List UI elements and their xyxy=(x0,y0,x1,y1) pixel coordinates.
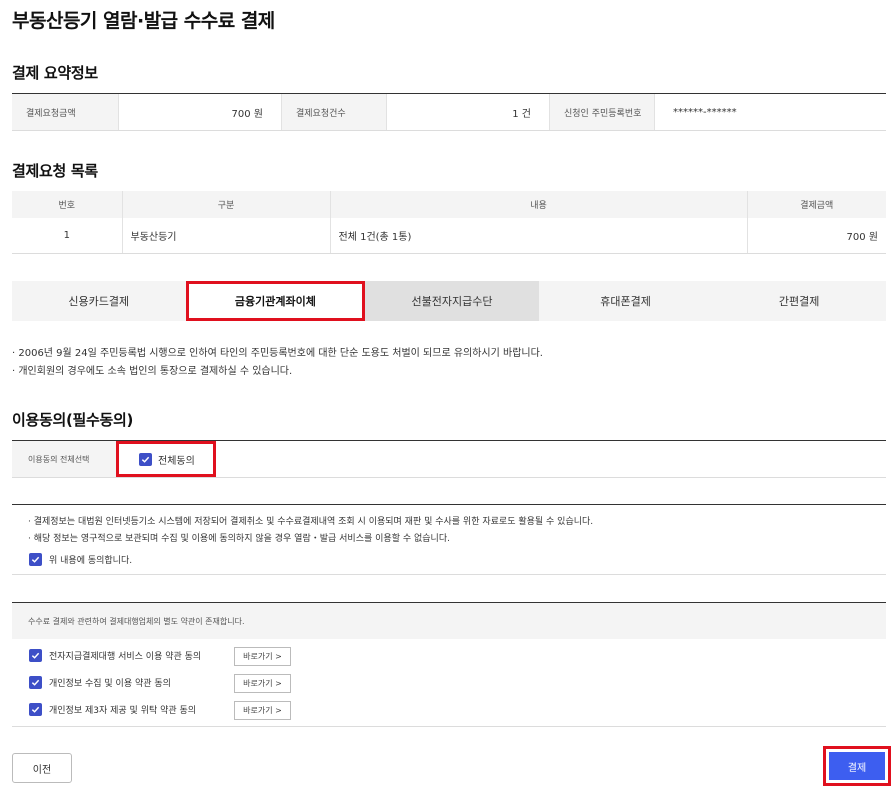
term-text: 전자지급결제대행 서비스 이용 약관 동의 xyxy=(49,652,202,662)
request-table: 번호 구분 내용 결제금액 1 부동산등기 전체 1건(총 1통) 700 원 xyxy=(12,191,886,254)
amount-label: 결제요청금액 xyxy=(12,94,118,130)
tab-prepaid[interactable]: 선불전자지급수단 xyxy=(365,281,539,321)
term-checkbox[interactable] xyxy=(29,649,42,662)
agree-all-text: 전체동의 xyxy=(158,455,195,467)
col-amount: 결제금액 xyxy=(746,191,886,218)
check-icon xyxy=(141,456,150,463)
info-agree-block: · 결제정보는 대법원 인터넷등기소 시스템에 저장되어 결제취소 및 수수료결… xyxy=(12,504,886,575)
summary-table: 결제요청금액 700 원 결제요청건수 1 건 신청인 주민등록번호 *****… xyxy=(12,93,886,131)
col-type: 구분 xyxy=(121,191,330,218)
agree-info-row[interactable]: 위 내용에 동의합니다. xyxy=(29,553,132,566)
terms-block: 수수료 결제와 관련하여 결제대행업체의 별도 약관이 존재합니다. 전자지급결… xyxy=(12,602,886,727)
agree-all-checkbox[interactable] xyxy=(139,452,152,466)
info-line: · 결제정보는 대법원 인터넷등기소 시스템에 저장되어 결제취소 및 수수료결… xyxy=(28,517,594,527)
payment-notes: · 2006년 9월 24일 주민등록법 시행으로 인하여 타인의 주민등록번호… xyxy=(12,345,543,381)
goto-button[interactable]: 바로가기 > xyxy=(234,674,291,693)
term-checkbox[interactable] xyxy=(29,703,42,716)
tab-easy-pay[interactable]: 간편결제 xyxy=(712,281,886,321)
term-checkbox[interactable] xyxy=(29,676,42,689)
term-row[interactable]: 개인정보 제3자 제공 및 위탁 약관 동의 xyxy=(29,703,196,716)
cell-amount: 700 원 xyxy=(746,218,886,254)
table-header-row: 번호 구분 내용 결제금액 xyxy=(12,191,886,218)
id-value: ******-****** xyxy=(654,94,886,130)
agree-info-checkbox[interactable] xyxy=(29,553,42,566)
id-label: 신청인 주민등록번호 xyxy=(549,94,654,130)
request-list-title: 결제요청 목록 xyxy=(12,162,98,180)
cell-number: 1 xyxy=(12,218,122,254)
pay-button-highlight: 결제 xyxy=(823,746,891,786)
cell-content: 전체 1건(총 1통) xyxy=(329,218,747,254)
payment-method-tabs: 신용카드결제 금융기관계좌이체 선불전자지급수단 휴대폰결제 간편결제 xyxy=(12,281,886,321)
cell-type: 부동산등기 xyxy=(121,218,330,254)
goto-button[interactable]: 바로가기 > xyxy=(234,647,291,666)
check-icon xyxy=(31,652,40,659)
term-row[interactable]: 개인정보 수집 및 이용 약관 동의 xyxy=(29,676,171,689)
check-icon xyxy=(31,706,40,713)
agree-all-checkbox-area[interactable]: 전체동의 xyxy=(116,441,216,477)
pay-button[interactable]: 결제 xyxy=(829,752,885,780)
consent-title: 이용동의(필수동의) xyxy=(12,411,134,429)
col-content: 내용 xyxy=(329,191,747,218)
term-text: 개인정보 제3자 제공 및 위탁 약관 동의 xyxy=(49,706,197,716)
goto-button[interactable]: 바로가기 > xyxy=(234,701,291,720)
tab-bank-transfer[interactable]: 금융기관계좌이체 xyxy=(185,281,366,321)
col-number: 번호 xyxy=(12,191,122,218)
note-line: · 개인회원의 경우에도 소속 법인의 통장으로 결제하실 수 있습니다. xyxy=(12,366,293,377)
check-icon xyxy=(31,679,40,686)
summary-title: 결제 요약정보 xyxy=(12,64,98,82)
table-row: 1 부동산등기 전체 1건(총 1통) 700 원 xyxy=(12,218,886,254)
count-label: 결제요청건수 xyxy=(281,94,386,130)
tab-credit-card[interactable]: 신용카드결제 xyxy=(12,281,186,321)
agree-all-row: 이용동의 전체선택 전체동의 xyxy=(12,440,886,478)
count-value: 1 건 xyxy=(386,94,549,130)
note-line: · 2006년 9월 24일 주민등록법 시행으로 인하여 타인의 주민등록번호… xyxy=(12,348,543,359)
term-row[interactable]: 전자지급결제대행 서비스 이용 약관 동의 xyxy=(29,649,201,662)
tab-mobile[interactable]: 휴대폰결제 xyxy=(539,281,713,321)
check-icon xyxy=(31,556,40,563)
term-text: 개인정보 수집 및 이용 약관 동의 xyxy=(49,679,171,689)
agree-all-label: 이용동의 전체선택 xyxy=(12,441,116,477)
amount-value: 700 원 xyxy=(118,94,281,130)
info-line: · 해당 정보는 영구적으로 보관되며 수집 및 이용에 동의하지 않을 경우 … xyxy=(28,534,450,544)
prev-button[interactable]: 이전 xyxy=(12,753,72,783)
page-title: 부동산등기 열람·발급 수수료 결제 xyxy=(12,10,275,32)
agree-info-text: 위 내용에 동의합니다. xyxy=(49,556,133,566)
terms-head: 수수료 결제와 관련하여 결제대행업체의 별도 약관이 존재합니다. xyxy=(12,603,886,639)
